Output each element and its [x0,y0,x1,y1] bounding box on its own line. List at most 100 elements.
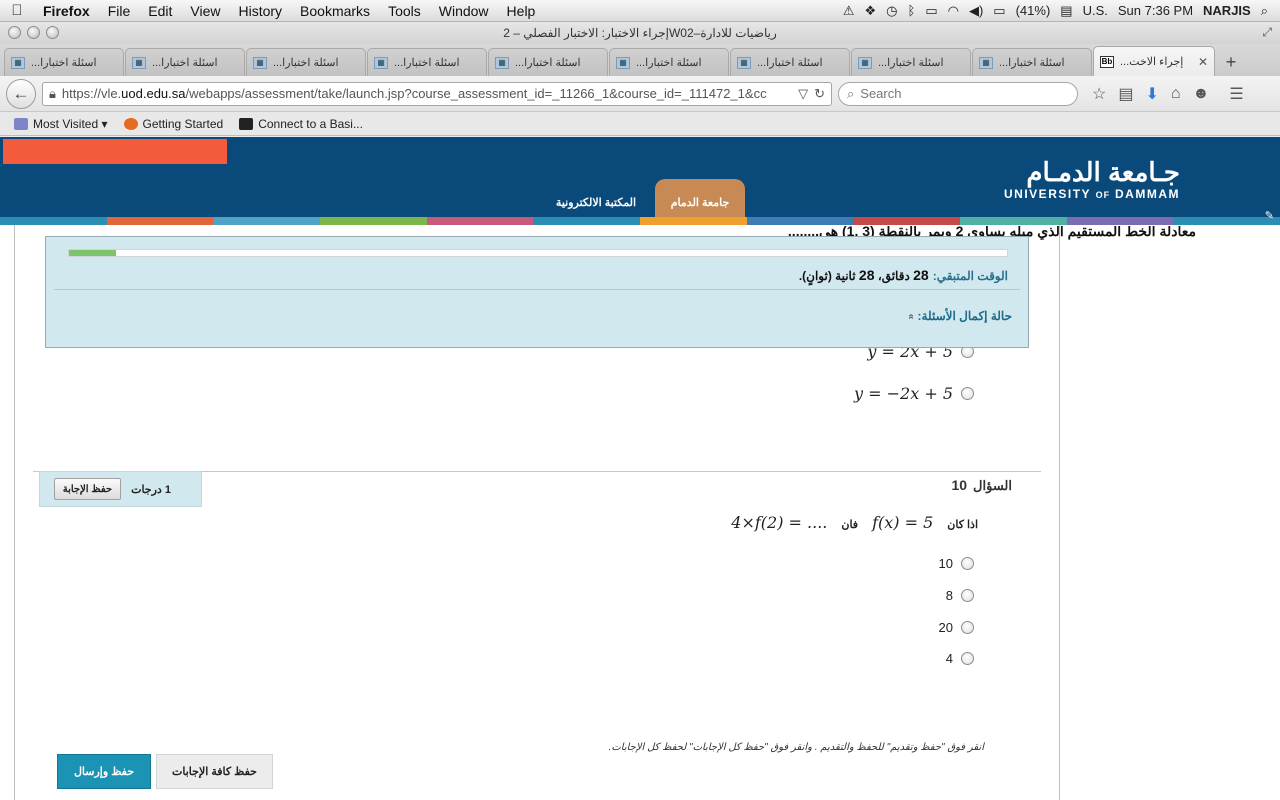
flag-icon[interactable]: ▤ [1060,3,1072,19]
save-and-submit-button[interactable]: حفظ وإرسال [57,754,151,789]
menu-edit[interactable]: Edit [139,3,181,19]
page-icon: ▦ [374,56,388,69]
back-button[interactable]: ← [6,78,36,109]
university-logo-arabic[interactable]: جـامعة الدمـام [1026,157,1180,188]
bookmark-getting-started[interactable]: Getting Started [123,117,223,131]
menu-view[interactable]: View [181,3,229,19]
reload-icon[interactable]: ↻ [814,86,825,102]
question-10-points-box: 1 درجات حفظ الإجابة [39,471,202,507]
bookmark-most-visited[interactable]: Most Visited ▾ [14,117,108,131]
if-word: اذا كان [947,519,978,531]
option-label: 8 [945,588,953,603]
zoom-window-button[interactable] [46,26,59,39]
question-10-option-2[interactable]: 8 [946,588,974,603]
stripe-segment [320,217,427,225]
university-logo-english[interactable]: UNIVERSITY OF DAMMAM [1004,187,1180,201]
option-label: 4 [945,651,953,666]
tab-take-test[interactable]: Bb ...إجراء الاخت ✕ [1093,46,1215,76]
search-placeholder: Search [860,86,902,101]
fullscreen-icon[interactable]: ⤢ [1262,25,1272,40]
menu-icon[interactable]: ☰ [1229,84,1243,104]
download-icon[interactable]: ⬇ [1145,84,1158,104]
menu-help[interactable]: Help [498,3,545,19]
new-tab-button[interactable]: + [1216,48,1246,76]
display-icon[interactable]: ▭ [925,3,937,19]
minimize-window-button[interactable] [27,26,40,39]
bookmark-star-icon[interactable]: ☆ [1092,84,1106,104]
tab-label: ...اسئلة اختبارا [999,57,1065,69]
stripe-segment [1066,217,1174,225]
lock-icon[interactable]: 🔒︎ [49,86,56,102]
home-icon[interactable]: ⌂ [1171,85,1181,103]
page-icon: ▦ [737,56,751,69]
bluetooth-icon[interactable]: ᛒ [908,3,916,18]
save-all-answers-button[interactable]: حفظ كافة الإجابات [156,754,273,789]
menu-firefox[interactable]: Firefox [34,3,99,19]
apple-icon[interactable]:  [0,2,34,19]
dropdown-arrow-icon[interactable]: ▽ [798,86,808,102]
url-bar[interactable]: 🔒︎ https://vle.uod.edu.sa/webapps/assess… [42,81,832,106]
time-machine-icon[interactable]: ◷ [886,3,897,19]
progress-bar [68,249,1008,257]
reading-list-icon[interactable]: ▤ [1118,84,1133,104]
volume-icon[interactable]: ◀) [969,3,983,19]
tab-quiz-5[interactable]: ▦ ...اسئلة اختبارا [488,48,608,76]
bookmarks-toolbar: Most Visited ▾ Getting Started Connect t… [0,112,1280,136]
question-10-option-4[interactable]: 4 [946,651,974,666]
tab-label: ...إجراء الاخت [1120,56,1184,68]
tab-quiz-7[interactable]: ▦ ...اسئلة اختبارا [730,48,850,76]
warning-icon[interactable]: ⚠ [843,3,855,19]
radio-button[interactable] [961,589,974,602]
menu-history[interactable]: History [229,3,291,19]
menu-bookmarks[interactable]: Bookmarks [291,3,379,19]
minutes-unit: دقائق، [877,269,910,283]
chat-icon[interactable]: ☻ [1193,85,1210,103]
tab-quiz-4[interactable]: ▦ ...اسئلة اختبارا [367,48,487,76]
tab-quiz-6[interactable]: ▦ ...اسئلة اختبارا [609,48,729,76]
battery-icon[interactable]: ▭ [993,3,1005,19]
clock[interactable]: Sun 7:36 PM [1118,3,1193,18]
status-area: ⚠ ❖ ◷ ᛒ ▭ ◠ ◀) ▭ (41%) ▤ U.S. Sun 7:36 P… [843,3,1280,19]
question-10-option-1[interactable]: 10 [939,556,974,571]
stripe-segment [746,217,854,225]
bookmark-label: Connect to a Basi... [258,116,363,131]
stripe-segment [853,217,961,225]
seconds-unit: ثانية (ثوانٍ). [798,269,856,283]
dropbox-icon[interactable]: ❖ [865,3,877,19]
tab-quiz-2[interactable]: ▦ ...اسئلة اختبارا [125,48,245,76]
logo-word-dammam: DAMMAM [1115,187,1180,201]
menu-tools[interactable]: Tools [379,3,430,19]
seconds-value: 28 [858,267,875,283]
save-answer-button[interactable]: حفظ الإجابة [53,478,122,500]
tab-quiz-8[interactable]: ▦ ...اسئلة اختبارا [851,48,971,76]
tab-quiz-9[interactable]: ▦ ...اسئلة اختبارا [972,48,1092,76]
page-icon: ▦ [858,56,872,69]
close-tab-icon[interactable]: ✕ [1198,55,1208,69]
radio-button[interactable] [961,621,974,634]
wifi-icon[interactable]: ◠ [948,3,959,19]
logo-word-of: OF [1095,190,1111,200]
progress-fill [69,250,116,256]
minutes-value: 28 [913,267,929,283]
question-10-option-3[interactable]: 20 [939,620,974,635]
timer-divider [54,289,1020,290]
tab-label: ...اسئلة اختبارا [757,57,823,69]
bookmark-connect-basi[interactable]: Connect to a Basi... [239,117,363,131]
tab-quiz-3[interactable]: ▦ ...اسئلة اختبارا [246,48,366,76]
radio-button[interactable] [961,557,974,570]
page-icon: ▦ [495,56,509,69]
question-completion-status[interactable]: حالة إكمال الأسئلة: » [905,309,1012,323]
blackboard-icon: Bb [1100,55,1114,68]
spotlight-icon[interactable]: ⌕ [1261,3,1268,19]
radio-button[interactable] [961,652,974,665]
question-9-option-2[interactable]: y = −2x + 5 [854,384,974,403]
close-window-button[interactable] [8,26,21,39]
pin-icon[interactable]: ✎ [1265,209,1274,222]
tab-quiz-1[interactable]: ▦ ...اسئلة اختبارا [4,48,124,76]
menu-file[interactable]: File [99,3,140,19]
input-source[interactable]: U.S. [1083,3,1108,18]
radio-button[interactable] [961,387,974,400]
menu-window[interactable]: Window [430,3,498,19]
user-name[interactable]: NARJIS [1203,3,1251,18]
search-bar[interactable]: ⌕ Search [838,81,1078,106]
